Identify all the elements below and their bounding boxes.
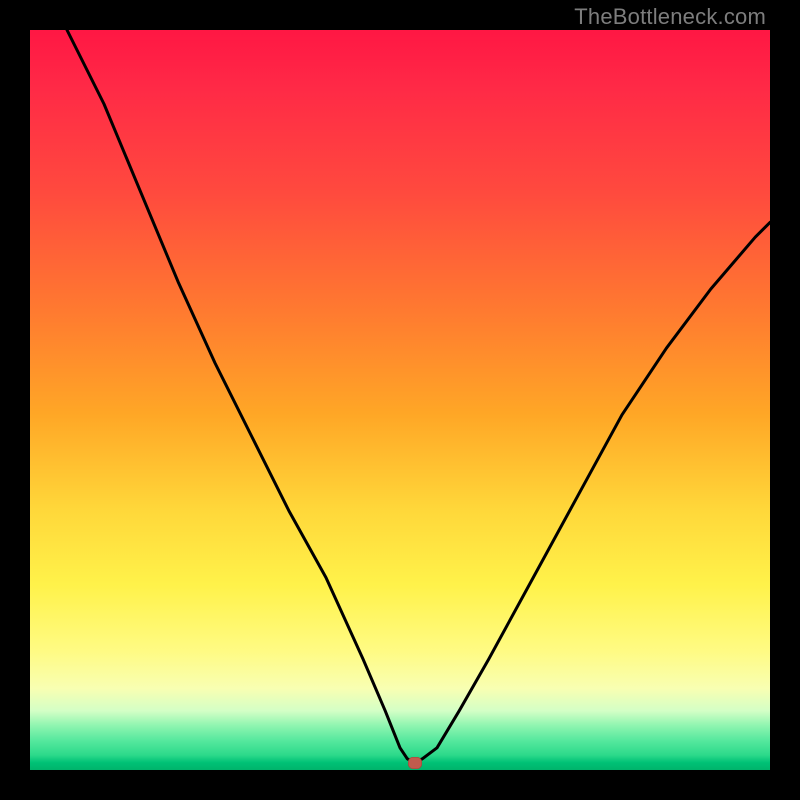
watermark-text: TheBottleneck.com [574, 4, 766, 30]
plot-area [30, 30, 770, 770]
optimum-point [408, 757, 422, 769]
curve-path [67, 30, 770, 763]
bottleneck-curve [30, 30, 770, 770]
chart-frame: TheBottleneck.com [0, 0, 800, 800]
